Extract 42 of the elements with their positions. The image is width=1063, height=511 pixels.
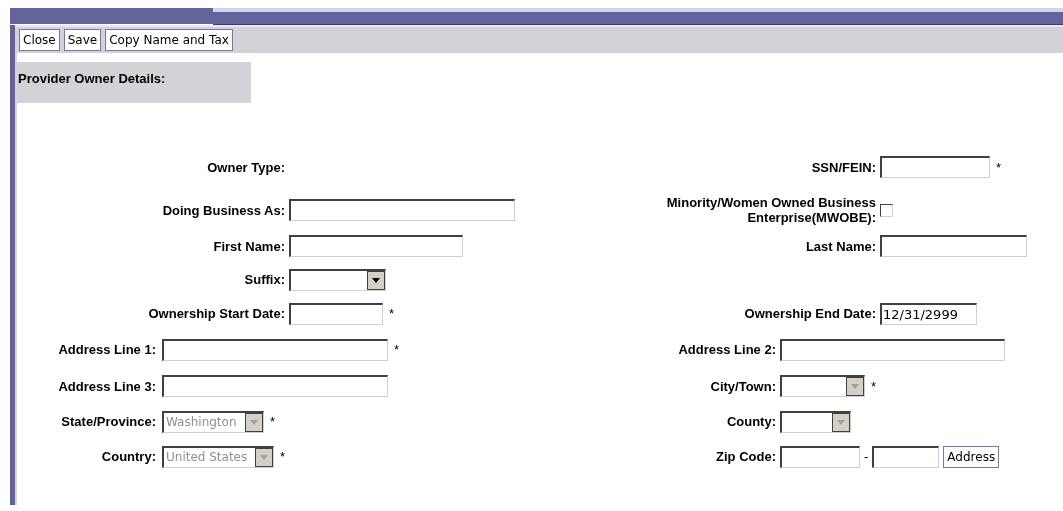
- dropdown[interactable]: [289, 268, 386, 291]
- field-label: State/Province:: [61, 414, 156, 429]
- field-label: Ownership End Date:: [744, 306, 876, 321]
- zip-extension-field[interactable]: [872, 445, 940, 468]
- required-mark: *: [996, 159, 1002, 175]
- address-button[interactable]: Address: [943, 445, 1000, 468]
- section-title: Provider Owner Details:: [17, 62, 251, 103]
- text-field[interactable]: [880, 235, 1027, 257]
- required-mark: *: [871, 378, 877, 394]
- field-label: County:: [726, 414, 776, 429]
- field-label: Zip Code:: [716, 449, 776, 464]
- required-mark: *: [394, 342, 400, 357]
- field-label: Country:: [101, 449, 156, 464]
- field-label: Address Line 1:: [58, 342, 156, 357]
- field-label: Owner Type:: [207, 159, 285, 175]
- text-field[interactable]: 12/31/2999: [880, 302, 977, 325]
- toolbar-button[interactable]: Save: [63, 29, 102, 51]
- required-mark: *: [389, 306, 395, 321]
- checkbox[interactable]: [880, 203, 893, 217]
- separator: -: [864, 449, 869, 464]
- field-label: SSN/FEIN:: [811, 159, 876, 175]
- text-field[interactable]: [289, 235, 463, 257]
- text-field[interactable]: [289, 199, 515, 221]
- zip-field[interactable]: [780, 445, 860, 468]
- field-label: City/Town:: [710, 378, 776, 394]
- text-field[interactable]: [880, 156, 990, 178]
- field-label: Ownership Start Date:: [148, 306, 285, 321]
- toolbar-button[interactable]: Close: [19, 29, 60, 51]
- field-label: Minority/Women Owned Business Enterprise(MWOBE):: [665, 195, 876, 225]
- field-label: Doing Business As:: [162, 202, 285, 218]
- required-mark: *: [280, 449, 286, 464]
- field-label: Last Name:: [805, 238, 876, 254]
- text-field[interactable]: [780, 338, 1005, 361]
- required-mark: *: [270, 414, 276, 429]
- field-label: Suffix:: [244, 272, 285, 287]
- text-field[interactable]: [162, 338, 388, 361]
- field-label: Address Line 3:: [58, 378, 156, 394]
- text-field[interactable]: [289, 302, 383, 325]
- field-label: Address Line 2:: [678, 342, 776, 357]
- text-field[interactable]: [162, 375, 388, 397]
- toolbar-button[interactable]: Copy Name and Tax: [105, 29, 233, 51]
- field-label: First Name:: [213, 238, 285, 254]
